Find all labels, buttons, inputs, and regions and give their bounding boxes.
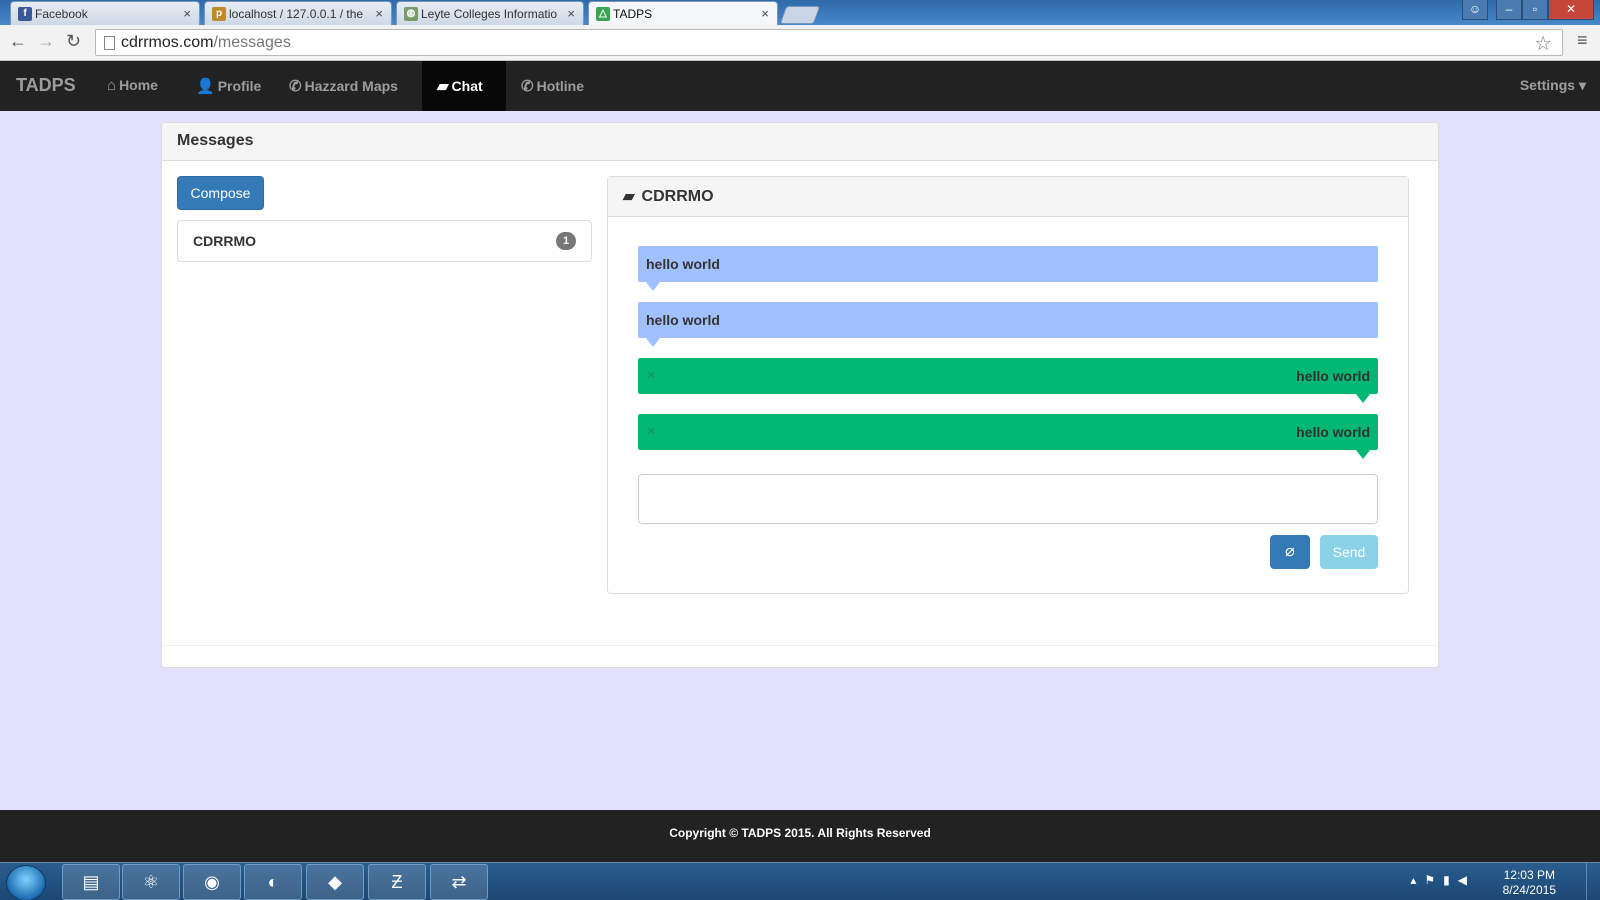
tadps-favicon: △ (596, 7, 610, 21)
nav-hotline[interactable]: ✆ Hotline (506, 61, 599, 111)
copyright-text: Copyright © TADPS 2015. All Rights Reser… (669, 826, 931, 840)
chat-message-received: hello world (638, 246, 1378, 291)
message-text: hello world (646, 312, 720, 328)
attach-button[interactable]: ⌀ (1270, 535, 1310, 569)
close-tab-icon[interactable]: × (761, 6, 769, 21)
reload-icon[interactable]: ↻ (66, 31, 81, 52)
tab-title: Facebook (35, 7, 88, 21)
git-taskbar-icon[interactable]: ◆ (306, 864, 364, 900)
nav-label: Hotline (536, 78, 585, 94)
maximize-icon[interactable]: ▫ (1522, 0, 1548, 20)
user-icon[interactable]: ☺ (1462, 0, 1488, 20)
url-domain: cdrrmos.com (121, 34, 214, 51)
nav-profile[interactable]: 👤 Profile (181, 61, 276, 111)
filezilla-taskbar-icon[interactable]: Ƶ (368, 864, 426, 900)
comment-icon: ▰ (623, 188, 635, 205)
clock[interactable]: 12:03 PM 8/24/2015 (1503, 868, 1556, 898)
address-bar[interactable]: cdrrmos.com/messages ☆ (95, 29, 1563, 56)
explorer-taskbar-icon[interactable]: ▤ (62, 864, 120, 900)
clock-time: 12:03 PM (1503, 868, 1555, 882)
delete-message-icon[interactable]: × (647, 423, 656, 440)
page-footer: Copyright © TADPS 2015. All Rights Reser… (0, 810, 1600, 862)
panel-footer (162, 645, 1438, 667)
windows-taskbar: ▤ ⚛ ◉ ◐ ◆ Ƶ ⇄ ▴⚑▮◀ 12:03 PM 8/24/2015 (0, 862, 1600, 900)
nav-label: Home (119, 77, 158, 93)
browser-toolbar: ← → ↻ cdrrmos.com/messages ☆ ≡ (0, 25, 1600, 61)
show-desktop-button[interactable] (1586, 863, 1600, 900)
phone-icon: ✆ (521, 78, 534, 95)
browser-menu-icon[interactable]: ≡ (1577, 30, 1588, 51)
bookmark-star-icon[interactable]: ☆ (1534, 31, 1552, 56)
tab-title: Leyte Colleges Informatio (421, 7, 558, 21)
network-taskbar-icon[interactable]: ⇄ (430, 864, 488, 900)
firefox-taskbar-icon[interactable]: ◐ (244, 864, 302, 900)
facebook-icon: f (18, 7, 32, 21)
minimize-icon[interactable]: – (1496, 0, 1522, 20)
message-input[interactable] (638, 474, 1378, 524)
send-button[interactable]: Send (1320, 535, 1378, 569)
chat-message-sent: × hello world (638, 358, 1378, 403)
tab-title: TADPS (613, 7, 653, 21)
chat-title: CDRRMO (641, 188, 714, 205)
message-text: hello world (646, 256, 720, 272)
chat-message-received: hello world (638, 302, 1378, 347)
tab-title: localhost / 127.0.0.1 / the (229, 7, 364, 21)
caret-down-icon: ▾ (1578, 77, 1586, 93)
nav-label: Hazzard Maps (304, 78, 398, 94)
nav-label: Profile (217, 78, 262, 94)
conversation-name: CDRRMO (193, 233, 256, 249)
home-icon: ⌂ (107, 77, 117, 94)
browser-tab-leyte-colleges[interactable]: ◍ Leyte Colleges Informatio × (396, 1, 584, 25)
browser-tab-facebook[interactable]: f Facebook × (10, 1, 200, 25)
clock-date: 8/24/2015 (1502, 883, 1556, 897)
message-text: hello world (1296, 368, 1370, 384)
chat-header: ▰ CDRRMO (608, 177, 1408, 217)
browser-tab-phpmyadmin[interactable]: p localhost / 127.0.0.1 / the × (204, 1, 392, 25)
panel-title: Messages (162, 123, 1438, 161)
url-path: /messages (213, 34, 291, 51)
unread-badge: 1 (556, 232, 576, 250)
brand[interactable]: TADPS (16, 75, 76, 96)
new-tab-button[interactable] (779, 6, 821, 24)
close-tab-icon[interactable]: × (375, 6, 383, 21)
close-tab-icon[interactable]: × (183, 6, 191, 21)
chat-box: ▰ CDRRMO hello world hello world × hello … (607, 176, 1409, 594)
phone-icon: ✆ (289, 78, 302, 95)
nav-home[interactable]: ⌂ Home (92, 61, 173, 111)
browser-tab-tadps[interactable]: △ TADPS × (588, 1, 778, 25)
messages-panel: Messages Compose CDRRMO 1 ▰ CDRRMO hello … (161, 122, 1439, 668)
settings-dropdown[interactable]: Settings ▾ (1520, 77, 1586, 94)
atom-taskbar-icon[interactable]: ⚛ (122, 864, 180, 900)
app-navbar: TADPS ⌂ Home 👤 Profile ✆ Hazzard Maps ▰ Chat… (0, 61, 1600, 111)
close-window-icon[interactable]: ✕ (1548, 0, 1594, 20)
chrome-taskbar-icon[interactable]: ◉ (183, 864, 241, 900)
globe-icon: ◍ (404, 7, 418, 21)
close-tab-icon[interactable]: × (567, 6, 575, 21)
phpmyadmin-icon: p (212, 7, 226, 21)
back-icon[interactable]: ← (9, 31, 27, 52)
system-tray-icons[interactable]: ▴⚑▮◀ (1410, 873, 1475, 887)
page-icon (104, 36, 115, 50)
nav-label: Chat (451, 78, 483, 94)
delete-message-icon[interactable]: × (647, 367, 656, 384)
conversation-item-cdrrmo[interactable]: CDRRMO 1 (177, 220, 592, 262)
message-text: hello world (1296, 424, 1370, 440)
settings-label: Settings (1519, 77, 1576, 93)
user-icon: 👤 (196, 78, 215, 95)
compose-button[interactable]: Compose (177, 176, 264, 210)
nav-chat[interactable]: ▰ Chat (422, 61, 506, 111)
forward-icon[interactable]: → (37, 31, 55, 52)
browser-tabstrip: f Facebook × p localhost / 127.0.0.1 / t… (0, 0, 1600, 25)
chat-icon: ▰ (437, 78, 449, 95)
start-button[interactable] (6, 865, 46, 900)
nav-hazzard-maps[interactable]: ✆ Hazzard Maps (274, 61, 413, 111)
chat-message-sent: × hello world (638, 414, 1378, 459)
paperclip-icon: ⌀ (1285, 543, 1295, 560)
